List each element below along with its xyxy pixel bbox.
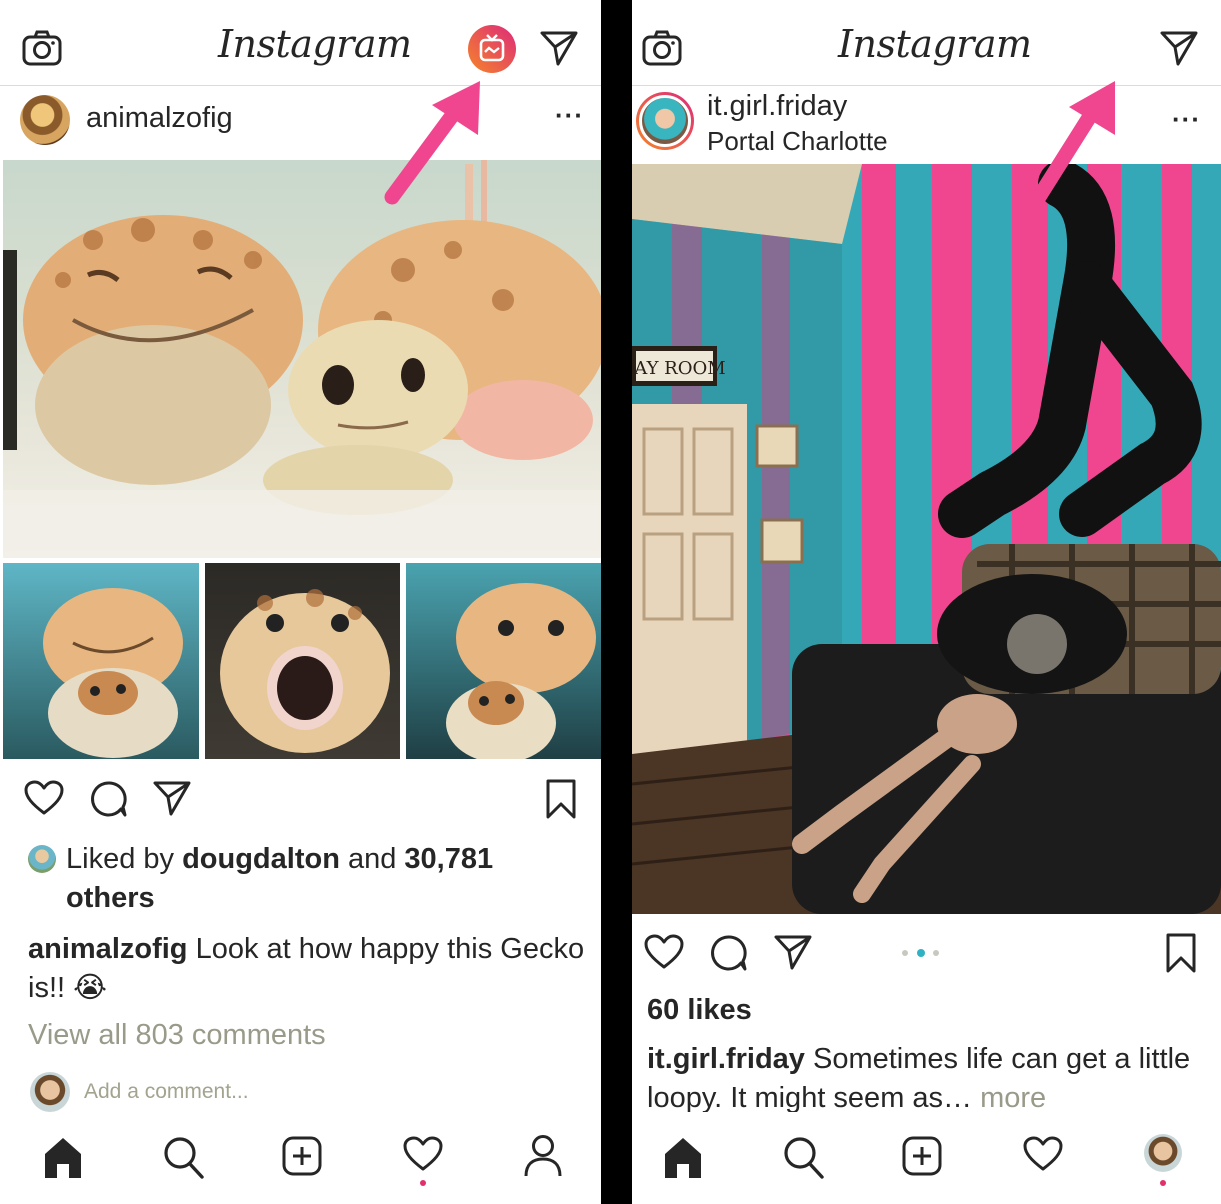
post-photo-main[interactable]: LAY ROOM (632, 164, 1221, 914)
comment-avatar (30, 1072, 70, 1112)
bottom-nav (0, 1112, 601, 1204)
search-icon[interactable] (783, 1136, 825, 1180)
carousel-dot (902, 950, 908, 956)
post-photo-thumb-1[interactable] (3, 563, 199, 759)
share-icon[interactable] (774, 934, 812, 970)
profile-icon[interactable] (524, 1134, 562, 1178)
profile-avatar[interactable] (1144, 1134, 1182, 1172)
like-heart-icon[interactable] (24, 780, 64, 816)
instagram-logo: Instagram (838, 22, 1032, 66)
search-icon[interactable] (163, 1136, 205, 1180)
activity-notification-dot (420, 1180, 426, 1186)
activity-icon[interactable] (1023, 1136, 1063, 1172)
post-photo-main[interactable] (3, 160, 601, 558)
instagram-logo: Instagram (218, 22, 412, 66)
pointer-arrow-to-igtv (384, 81, 480, 205)
comment-icon[interactable] (710, 934, 748, 972)
likes-prefix: Liked by (66, 843, 183, 875)
profile-notification-dot (1160, 1180, 1166, 1186)
home-icon[interactable] (43, 1136, 83, 1180)
post-caption: it.girl.friday Sometimes life can get a … (647, 1040, 1207, 1118)
more-options-icon[interactable]: ··· (1172, 104, 1201, 135)
activity-icon[interactable] (403, 1136, 443, 1172)
post-caption: animalzofig Look at how happy this Gecko… (28, 930, 588, 1008)
caption-username[interactable]: it.girl.friday (647, 1043, 805, 1075)
more-options-icon[interactable]: ··· (555, 100, 584, 131)
bottom-nav (632, 1112, 1221, 1204)
post-photo-thumb-3[interactable] (406, 563, 601, 759)
view-all-comments-link[interactable]: View all 803 comments (28, 1016, 326, 1055)
avatar-story-ring[interactable] (636, 92, 694, 150)
post-header: it.girl.friday Portal Charlotte ··· (632, 86, 1221, 164)
likes-suffix[interactable]: others (66, 882, 155, 914)
pointer-arrow-to-direct (1031, 81, 1115, 205)
post-header: animalzofig ··· (0, 86, 601, 158)
bookmark-icon[interactable] (545, 778, 577, 820)
likes-count[interactable]: 60 likes (647, 991, 752, 1030)
igtv-icon[interactable] (468, 25, 516, 73)
direct-message-icon[interactable] (1160, 30, 1198, 66)
top-bar: Instagram (632, 0, 1221, 86)
play-room-sign: LAY ROOM (632, 358, 726, 379)
post-username[interactable]: animalzofig (86, 102, 233, 135)
post-actions (0, 768, 601, 828)
caption-username[interactable]: animalzofig (28, 933, 188, 965)
like-heart-icon[interactable] (644, 934, 684, 970)
post-actions (632, 922, 1221, 982)
direct-message-icon[interactable] (540, 30, 578, 66)
left-phone-screen: Instagram animalzofig ··· Liked by dougd… (0, 0, 601, 1204)
top-bar: Instagram (0, 0, 601, 86)
avatar[interactable] (20, 95, 70, 145)
home-icon[interactable] (663, 1136, 703, 1180)
likes-summary: Liked by dougdalton and 30,781 others (66, 840, 586, 918)
comment-icon[interactable] (90, 780, 128, 818)
likes-count[interactable]: 30,781 (404, 843, 493, 875)
carousel-dot-active (917, 949, 925, 957)
bookmark-icon[interactable] (1165, 932, 1197, 974)
liked-by-avatar[interactable] (28, 845, 56, 873)
post-username[interactable]: it.girl.friday (707, 90, 847, 123)
camera-icon[interactable] (22, 30, 62, 66)
caption-more-link[interactable]: more (972, 1082, 1046, 1114)
post-photo-thumb-2[interactable] (205, 563, 400, 759)
camera-icon[interactable] (642, 30, 682, 66)
new-post-icon[interactable] (902, 1136, 942, 1176)
liked-by-user[interactable]: dougdalton (182, 843, 340, 875)
post-location[interactable]: Portal Charlotte (707, 126, 888, 157)
likes-middle: and (339, 843, 405, 875)
carousel-indicator (902, 949, 942, 957)
carousel-dot (933, 950, 939, 956)
right-phone-screen: Instagram it.girl.friday Portal Charlott… (632, 0, 1221, 1204)
screen-divider (601, 0, 632, 1204)
share-icon[interactable] (153, 780, 191, 816)
add-comment-input[interactable]: Add a comment... (84, 1080, 249, 1104)
new-post-icon[interactable] (282, 1136, 322, 1176)
